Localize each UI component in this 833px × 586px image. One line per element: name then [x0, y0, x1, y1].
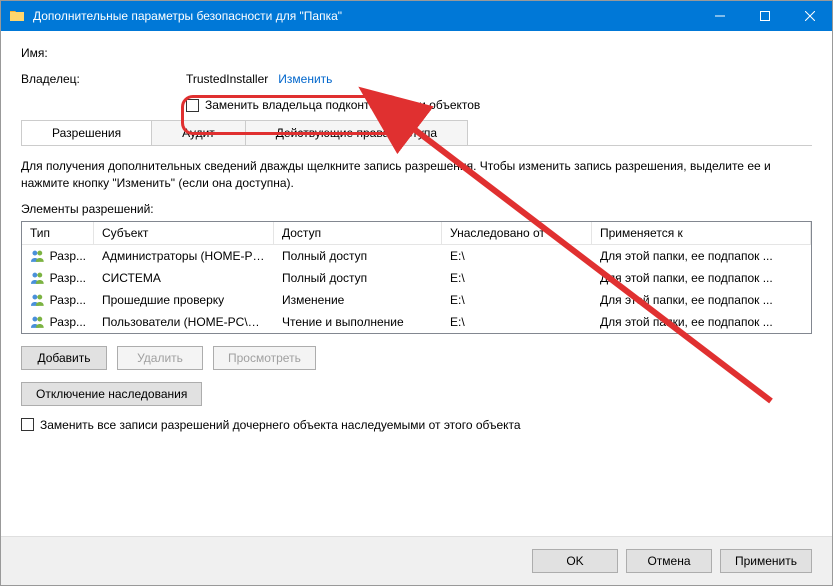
- owner-change-link[interactable]: Изменить: [278, 72, 332, 86]
- replace-owner-checkbox[interactable]: [186, 99, 199, 112]
- td-type: Разр...: [22, 313, 94, 331]
- td-access: Чтение и выполнение: [274, 313, 442, 331]
- td-access: Полный доступ: [274, 269, 442, 287]
- instructions-text: Для получения дополнительных сведений дв…: [21, 158, 812, 192]
- folder-icon: [9, 8, 25, 24]
- table-row[interactable]: Разр...Прошедшие проверкуИзменениеE:\Для…: [22, 289, 811, 311]
- replace-child-row[interactable]: Заменить все записи разрешений дочернего…: [21, 418, 812, 432]
- content-area: Имя: Владелец: TrustedInstaller Изменить…: [1, 31, 832, 536]
- td-inherited: E:\: [442, 313, 592, 331]
- window-controls: [697, 1, 832, 31]
- td-applies: Для этой папки, ее подпапок ...: [592, 313, 811, 331]
- table-header: Тип Субъект Доступ Унаследовано от Приме…: [22, 222, 811, 245]
- table-buttons-row: Добавить Удалить Просмотреть: [21, 346, 812, 370]
- td-type: Разр...: [22, 269, 94, 287]
- ok-button[interactable]: OK: [532, 549, 618, 573]
- td-subject: Прошедшие проверку: [94, 291, 274, 309]
- replace-owner-label: Заменить владельца подконтейнеров и объе…: [205, 98, 480, 112]
- add-button[interactable]: Добавить: [21, 346, 107, 370]
- td-type: Разр...: [22, 291, 94, 309]
- td-inherited: E:\: [442, 247, 592, 265]
- owner-row: Владелец: TrustedInstaller Изменить: [21, 72, 812, 86]
- td-applies: Для этой папки, ее подпапок ...: [592, 291, 811, 309]
- disable-inherit-button[interactable]: Отключение наследования: [21, 382, 202, 406]
- td-inherited: E:\: [442, 269, 592, 287]
- remove-button: Удалить: [117, 346, 203, 370]
- inherit-buttons-row: Отключение наследования: [21, 382, 812, 406]
- elements-label: Элементы разрешений:: [21, 202, 812, 216]
- th-subject[interactable]: Субъект: [94, 222, 274, 244]
- tab-effective[interactable]: Действующие права доступа: [245, 120, 468, 145]
- maximize-button[interactable]: [742, 1, 787, 31]
- name-label: Имя:: [21, 46, 186, 60]
- bottom-buttons: OK Отмена Применить: [1, 536, 832, 585]
- th-type[interactable]: Тип: [22, 222, 94, 244]
- th-access[interactable]: Доступ: [274, 222, 442, 244]
- td-subject: Администраторы (HOME-PC...: [94, 247, 274, 265]
- td-type: Разр...: [22, 247, 94, 265]
- name-row: Имя:: [21, 46, 812, 60]
- apply-button[interactable]: Применить: [720, 549, 812, 573]
- td-inherited: E:\: [442, 291, 592, 309]
- owner-label: Владелец:: [21, 72, 186, 86]
- replace-child-label: Заменить все записи разрешений дочернего…: [40, 418, 521, 432]
- close-button[interactable]: [787, 1, 832, 31]
- tab-permissions[interactable]: Разрешения: [21, 120, 152, 145]
- td-applies: Для этой папки, ее подпапок ...: [592, 269, 811, 287]
- td-subject: СИСТЕМА: [94, 269, 274, 287]
- table-row[interactable]: Разр...Пользователи (HOME-PC\П...Чтение …: [22, 311, 811, 333]
- td-access: Полный доступ: [274, 247, 442, 265]
- td-subject: Пользователи (HOME-PC\П...: [94, 313, 274, 331]
- permissions-table: Тип Субъект Доступ Унаследовано от Приме…: [21, 221, 812, 334]
- table-body: Разр...Администраторы (HOME-PC...Полный …: [22, 245, 811, 333]
- advanced-security-window: Дополнительные параметры безопасности дл…: [0, 0, 833, 586]
- th-inherited[interactable]: Унаследовано от: [442, 222, 592, 244]
- titlebar: Дополнительные параметры безопасности дл…: [1, 1, 832, 31]
- view-button: Просмотреть: [213, 346, 316, 370]
- tab-audit[interactable]: Аудит: [151, 120, 246, 145]
- table-row[interactable]: Разр...СИСТЕМАПолный доступE:\Для этой п…: [22, 267, 811, 289]
- replace-owner-row[interactable]: Заменить владельца подконтейнеров и объе…: [186, 98, 812, 112]
- td-applies: Для этой папки, ее подпапок ...: [592, 247, 811, 265]
- td-access: Изменение: [274, 291, 442, 309]
- minimize-button[interactable]: [697, 1, 742, 31]
- window-title: Дополнительные параметры безопасности дл…: [33, 9, 697, 23]
- table-row[interactable]: Разр...Администраторы (HOME-PC...Полный …: [22, 245, 811, 267]
- th-applies[interactable]: Применяется к: [592, 222, 811, 244]
- replace-child-checkbox[interactable]: [21, 418, 34, 431]
- owner-value: TrustedInstaller: [186, 72, 268, 86]
- cancel-button[interactable]: Отмена: [626, 549, 712, 573]
- tabs: Разрешения Аудит Действующие права досту…: [21, 120, 812, 146]
